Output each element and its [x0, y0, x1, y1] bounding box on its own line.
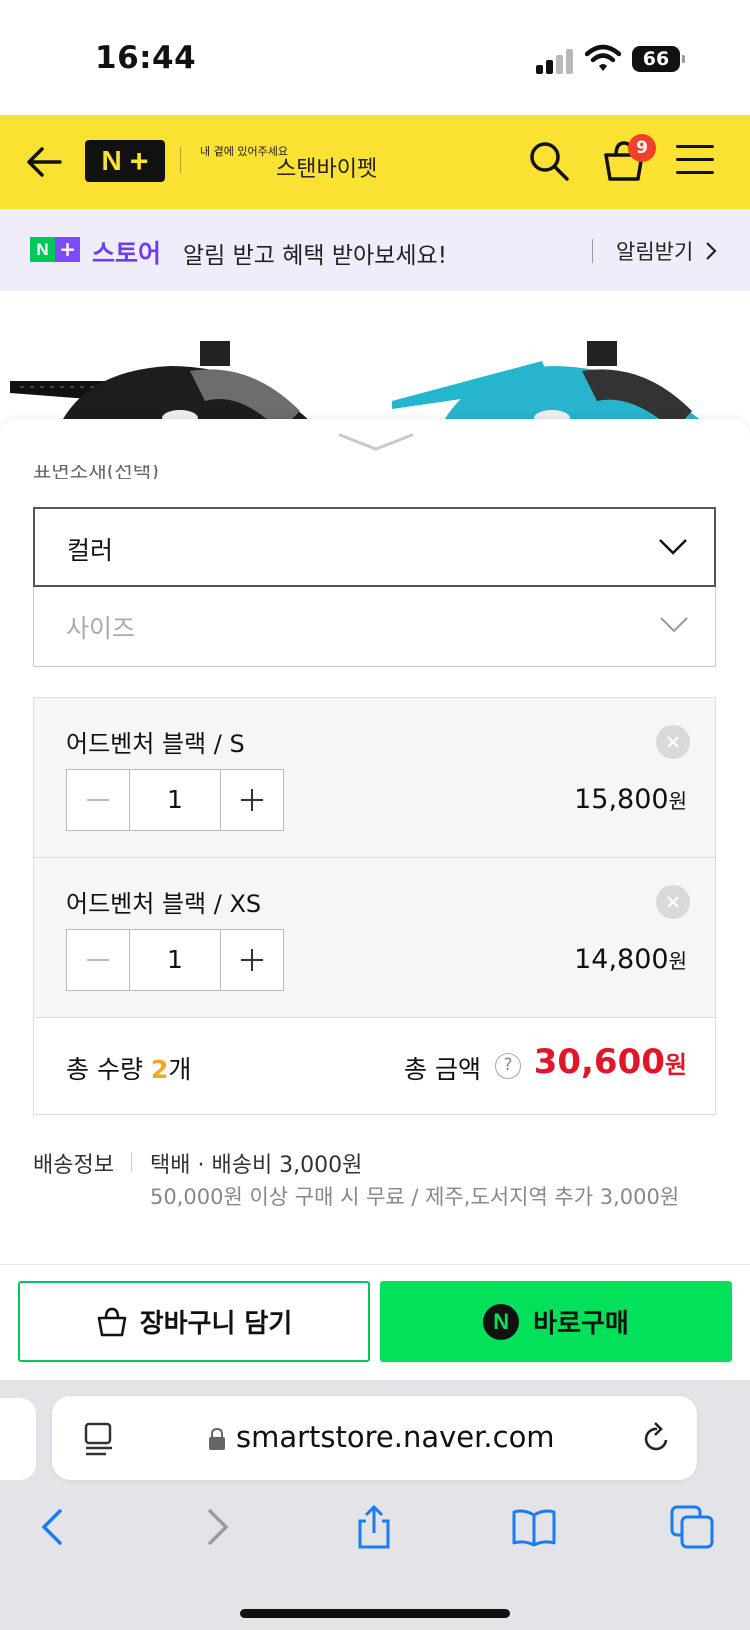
item-price: 15,800원	[574, 784, 687, 815]
shipping-title: 배송정보	[33, 1153, 114, 1178]
cart-count-badge: 9	[628, 134, 656, 162]
battery-indicator: 66	[632, 46, 685, 72]
selected-item: 어드벤처 블랙 / XS 1 14,800원	[34, 858, 715, 1018]
url-text: smartstore.naver.com	[236, 1420, 555, 1454]
status-bar: 16:44 66	[0, 0, 750, 115]
shipping-note: 50,000원 이상 구매 시 무료 / 제주,도서지역 추가 3,000원	[150, 1185, 680, 1209]
search-icon[interactable]	[527, 139, 571, 183]
naver-plus-logo[interactable]: N+ N+	[85, 140, 165, 182]
back-icon[interactable]	[30, 1503, 78, 1551]
back-arrow-icon[interactable]	[22, 139, 68, 185]
help-icon[interactable]: ?	[495, 1053, 521, 1079]
total-amount-label: 총 금액	[404, 1055, 481, 1084]
lock-icon	[209, 1427, 225, 1450]
store-header: N+ N+ 내 곁에 있어주세요 스탠바이펫	[0, 115, 750, 209]
browser-toolbar: smartstore.naver.com	[0, 1380, 750, 1630]
increase-quantity-button[interactable]	[221, 770, 283, 830]
reload-icon[interactable]	[641, 1420, 673, 1456]
add-to-cart-button[interactable]: 장바구니 담기	[18, 1281, 370, 1362]
promo-store-label: 스토어	[92, 239, 162, 268]
share-icon[interactable]	[350, 1503, 398, 1551]
shopping-bag-icon	[97, 1307, 126, 1336]
decrease-quantity-button[interactable]	[67, 930, 129, 990]
chevron-right-icon	[706, 242, 717, 260]
quantity-stepper: 1	[66, 769, 284, 831]
wifi-icon	[585, 44, 621, 71]
previous-tab-peek[interactable]	[0, 1398, 36, 1480]
product-images	[0, 291, 750, 421]
store-slogan: 내 곁에 있어주세요	[200, 145, 288, 158]
purchase-option-sheet: 표면소재(선택) 컬러 사이즈 어드벤처 블랙 / S 1 15,800원 어드…	[0, 419, 750, 1264]
quantity-field[interactable]: 1	[129, 770, 221, 830]
buy-now-button[interactable]: N 바로구매	[380, 1281, 732, 1362]
option-section-label: 표면소재(선택)	[33, 465, 160, 479]
remove-item-icon[interactable]	[656, 725, 690, 759]
header-divider	[180, 147, 181, 173]
total-quantity: 총 수량 2개	[66, 1055, 192, 1084]
item-name: 어드벤처 블랙 / XS	[66, 890, 262, 918]
size-select[interactable]: 사이즈	[33, 587, 716, 667]
bookmarks-icon[interactable]	[510, 1503, 558, 1551]
clock: 16:44	[95, 40, 197, 76]
sheet-collapse-chevron-icon[interactable]	[338, 431, 414, 453]
address-bar[interactable]: smartstore.naver.com	[52, 1396, 697, 1480]
decrease-quantity-button[interactable]	[67, 770, 129, 830]
shipping-divider	[131, 1152, 132, 1172]
order-totals: 총 수량 2개 총 금액 ? 30,600원	[34, 1018, 715, 1114]
increase-quantity-button[interactable]	[221, 930, 283, 990]
promo-banner[interactable]: N + 스토어 알림 받고 혜택 받아보세요! 알림받기	[0, 209, 750, 291]
hamburger-menu-icon[interactable]	[676, 145, 716, 177]
tabs-icon[interactable]	[668, 1503, 716, 1551]
product-image-black[interactable]	[10, 331, 330, 421]
quantity-stepper: 1	[66, 929, 284, 991]
cellular-signal-icon	[536, 48, 576, 74]
item-price: 14,800원	[574, 944, 687, 975]
shipping-method: 택배 · 배송비 3,000원	[150, 1153, 363, 1178]
selected-items: 어드벤처 블랙 / S 1 15,800원 어드벤처 블랙 / XS 1 14,…	[33, 697, 716, 1115]
selected-item: 어드벤처 블랙 / S 1 15,800원	[34, 698, 715, 858]
quantity-field[interactable]: 1	[129, 930, 221, 990]
purchase-bar: 장바구니 담기 N 바로구매	[0, 1264, 750, 1380]
remove-item-icon[interactable]	[656, 885, 690, 919]
item-name: 어드벤처 블랙 / S	[66, 730, 245, 758]
product-image-blue[interactable]	[392, 331, 712, 421]
promo-divider	[592, 239, 593, 263]
forward-icon[interactable]	[192, 1503, 240, 1551]
home-indicator	[240, 1609, 510, 1618]
color-select[interactable]: 컬러	[33, 507, 716, 587]
naver-plus-store-logo: N +	[30, 237, 80, 262]
chevron-down-icon	[660, 617, 688, 633]
naver-pay-icon: N	[483, 1303, 520, 1340]
store-name[interactable]: 스탠바이펫	[276, 151, 377, 183]
promo-text: 알림 받고 혜택 받아보세요!	[183, 243, 447, 269]
reader-mode-icon[interactable]	[82, 1421, 116, 1457]
notification-subscribe-link[interactable]: 알림받기	[616, 236, 718, 266]
total-amount: 30,600원	[533, 1042, 687, 1082]
chevron-down-icon	[659, 539, 687, 555]
